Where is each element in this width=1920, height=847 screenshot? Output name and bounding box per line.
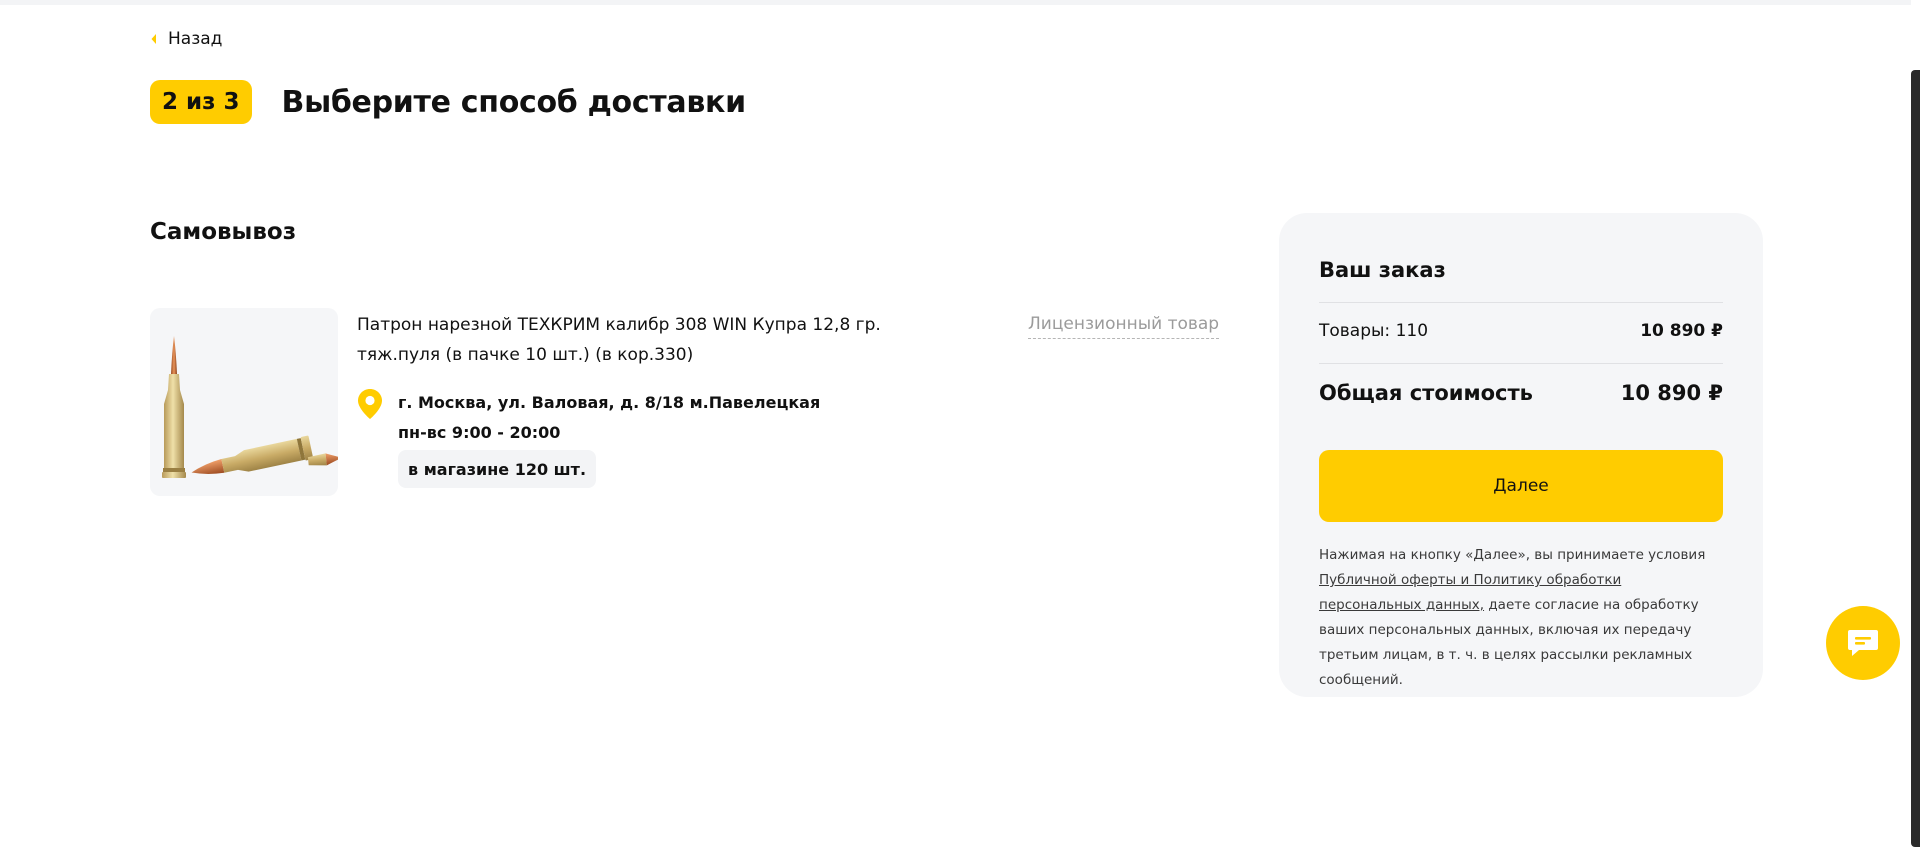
stock-badge: в магазине 120 шт. — [398, 450, 597, 488]
product-image[interactable] — [150, 308, 338, 496]
map-pin-icon — [358, 389, 382, 419]
chevron-left-icon — [151, 34, 156, 44]
order-title: Ваш заказ — [1319, 258, 1446, 282]
order-summary: Ваш заказ Товары: 110 10 890 ₽ Общая сто… — [1279, 213, 1763, 697]
chat-icon — [1848, 630, 1878, 656]
consent-text: Нажимая на кнопку «Далее», вы принимаете… — [1319, 543, 1723, 693]
chat-button[interactable] — [1826, 606, 1900, 680]
step-header: 2 из 3 Выберите способ доставки — [150, 80, 746, 124]
pickup-section-title: Самовывоз — [150, 219, 297, 245]
total-label: Общая стоимость — [1319, 381, 1533, 405]
page-title: Выберите способ доставки — [281, 84, 747, 120]
goods-count-label: Товары: 110 — [1319, 321, 1429, 341]
divider — [1319, 363, 1723, 364]
store-address: г. Москва, ул. Валовая, д. 8/18 м.Павеле… — [398, 393, 821, 412]
cartridge-image — [162, 336, 338, 478]
back-label: Назад — [168, 29, 223, 49]
product-name[interactable]: Патрон нарезной ТЕХКРИМ калибр 308 WIN К… — [357, 310, 947, 370]
license-link[interactable]: Лицензионный товар — [1028, 310, 1220, 339]
step-badge: 2 из 3 — [150, 80, 252, 124]
next-button[interactable]: Далее — [1319, 450, 1723, 522]
store-hours: пн-вс 9:00 - 20:00 — [398, 423, 561, 442]
back-link[interactable]: Назад — [150, 29, 222, 49]
goods-price: 10 890 ₽ — [1640, 321, 1723, 341]
top-strip — [0, 0, 1920, 5]
scrollbar-thumb[interactable] — [1911, 70, 1920, 847]
divider — [1319, 302, 1723, 303]
total-price: 10 890 ₽ — [1620, 381, 1723, 405]
consent-text-before: Нажимая на кнопку «Далее», вы принимаете… — [1319, 547, 1706, 563]
